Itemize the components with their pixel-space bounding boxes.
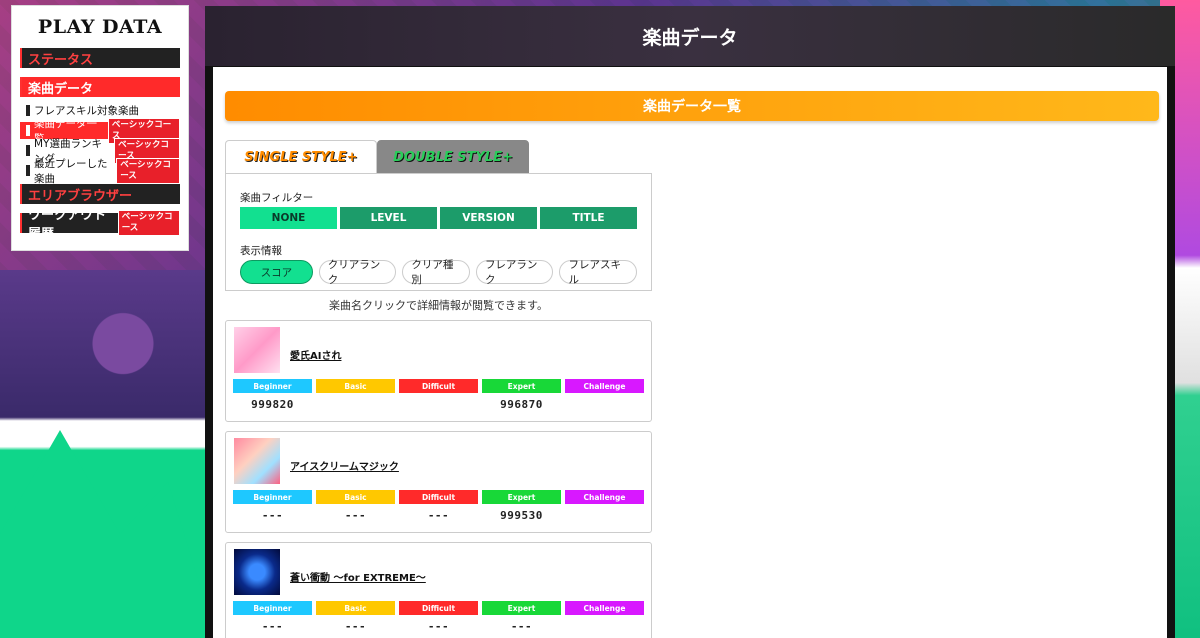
difficulty-expert: Expert [482,379,561,393]
song-jacket-image[interactable] [234,327,280,373]
score-expert: 999530 [500,509,543,522]
difficulty-challenge: Challenge [565,379,644,393]
score-row: --- --- --- 999530 [233,509,644,522]
filter-title-button[interactable]: TITLE [540,207,637,229]
difficulty-beginner: Beginner [233,379,312,393]
display-flare-skill-button[interactable]: フレアスキル [559,259,637,286]
display-clear-type-button[interactable]: クリア種別 [402,259,470,286]
difficulty-difficult: Difficult [399,601,478,615]
difficulty-beginner: Beginner [233,601,312,615]
tab-single-style[interactable]: SINGLE STYLE+ [225,140,377,174]
sidebar: PLAY DATA ステータス 楽曲データ フレアスキル対象楽曲 楽曲データ一覧… [12,6,188,250]
difficulty-row: Beginner Basic Difficult Expert Challeng… [233,490,644,504]
basic-course-badge: ベーシックコース [116,157,180,184]
display-buttons: スコア クリアランク クリア種別 フレアランク フレアスキル [240,259,637,286]
sidebar-item-song-data[interactable]: 楽曲データ [20,77,180,97]
main-panel: 楽曲データ 楽曲データ一覧 SINGLE STYLE+ DOUBLE STYLE… [205,6,1175,638]
score-difficult: --- [427,509,450,522]
song-title-link[interactable]: 蒼い衝動 〜for EXTREME〜 [290,569,426,584]
score-challenge [565,398,644,411]
score-basic [316,398,395,411]
song-title-link[interactable]: アイスクリームマジック [290,458,399,473]
difficulty-difficult: Difficult [399,379,478,393]
display-label: 表示情報 [240,245,282,257]
page-header: 楽曲データ [205,6,1175,66]
filter-none-button[interactable]: NONE [240,207,337,229]
filter-level-button[interactable]: LEVEL [340,207,437,229]
display-flare-rank-button[interactable]: フレアランク [475,259,554,286]
filter-version-button[interactable]: VERSION [440,207,537,229]
difficulty-expert: Expert [482,490,561,504]
filter-panel: 楽曲フィルター NONE LEVEL VERSION TITLE 表示情報 スコ… [225,173,652,291]
difficulty-beginner: Beginner [233,490,312,504]
tab-double-style[interactable]: DOUBLE STYLE+ [377,140,529,174]
hint-text: 楽曲名クリックで詳細情報が閲覧できます。 [329,299,548,312]
difficulty-basic: Basic [316,601,395,615]
score-difficult [399,398,478,411]
display-clear-rank-button[interactable]: クリアランク [318,259,397,286]
sidebar-item-status[interactable]: ステータス [20,48,180,68]
main-content: 楽曲データ一覧 SINGLE STYLE+ DOUBLE STYLE+ 楽曲フィ… [213,67,1167,638]
difficulty-expert: Expert [482,601,561,615]
score-beginner: --- [261,620,284,633]
difficulty-difficult: Difficult [399,490,478,504]
difficulty-basic: Basic [316,379,395,393]
difficulty-challenge: Challenge [565,490,644,504]
sidebar-title: PLAY DATA [37,16,163,38]
page-title: 楽曲データ [642,26,738,49]
score-challenge [565,509,644,522]
score-beginner: --- [261,509,284,522]
filter-buttons: NONE LEVEL VERSION TITLE [240,207,637,229]
score-row: 999820 996870 [233,398,644,411]
difficulty-challenge: Challenge [565,601,644,615]
score-expert: --- [510,620,533,633]
score-challenge [565,620,644,633]
sidebar-item-workout-history[interactable]: ワークアウト履歴 ベーシックコース [20,208,180,242]
score-difficult: --- [427,620,450,633]
score-row: --- --- --- --- [233,620,644,633]
difficulty-row: Beginner Basic Difficult Expert Challeng… [233,601,644,615]
song-jacket-image[interactable] [234,549,280,595]
song-card: 蒼い衝動 〜for EXTREME〜 Beginner Basic Diffic… [225,542,652,638]
song-title-link[interactable]: 愛氏AIされ [290,347,341,362]
song-jacket-image[interactable] [234,438,280,484]
sidebar-subitem-recent-played[interactable]: 最近プレーした楽曲 ベーシックコース [20,157,180,185]
score-expert: 996870 [500,398,543,411]
display-score-button[interactable]: スコア [240,260,313,284]
score-beginner: 999820 [251,398,294,411]
score-basic: --- [344,620,367,633]
basic-course-badge: ベーシックコース [117,210,180,236]
filter-label: 楽曲フィルター [240,192,314,204]
difficulty-row: Beginner Basic Difficult Expert Challeng… [233,379,644,393]
score-basic: --- [344,509,367,522]
difficulty-basic: Basic [316,490,395,504]
song-card: 愛氏AIされ Beginner Basic Difficult Expert C… [225,320,652,422]
section-title: 楽曲データ一覧 [225,91,1159,121]
song-card: アイスクリームマジック Beginner Basic Difficult Exp… [225,431,652,533]
sidebar-item-area-browser[interactable]: エリアブラウザー [20,184,180,204]
